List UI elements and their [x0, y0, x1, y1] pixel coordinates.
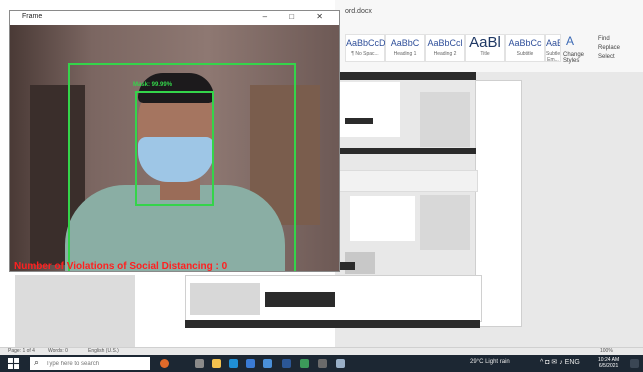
- nested-window-1: [345, 118, 373, 124]
- nested-taskbar-1: [338, 148, 476, 154]
- notification-icon[interactable]: [630, 359, 639, 368]
- system-tray-icons[interactable]: ^ ◘ ✉ ♪ ENG: [540, 358, 580, 366]
- face-bounding-box: [135, 91, 214, 206]
- word-count[interactable]: Words: 0: [48, 348, 68, 354]
- document-page[interactable]: [475, 80, 522, 327]
- select-button[interactable]: Select: [598, 54, 615, 60]
- search-icon: ⌕: [34, 357, 40, 367]
- nested-ribbon-2: [338, 170, 478, 192]
- change-styles-label: Change Styles: [563, 52, 585, 64]
- nested-doc-2: [420, 195, 470, 250]
- social-distance-violations-label: Number of Violations of Social Distancin…: [14, 261, 228, 271]
- mask-confidence-label: Mask: 99.99%: [133, 82, 173, 88]
- camera-app-icon[interactable]: [318, 359, 327, 368]
- search-input[interactable]: [46, 359, 146, 368]
- style-subtle-emphasis[interactable]: AaBbCcDiSubtle Em...: [545, 34, 561, 62]
- replace-button[interactable]: Replace: [598, 45, 620, 51]
- nested-taskbar-2: [185, 320, 480, 328]
- taskbar-clock[interactable]: 10:24 AM 6/5/2021: [598, 357, 619, 369]
- frame-window-icon[interactable]: [336, 359, 345, 368]
- cortana-icon[interactable]: [160, 359, 169, 368]
- weather-widget[interactable]: 29°C Light rain: [470, 359, 510, 365]
- python-icon[interactable]: [300, 359, 309, 368]
- find-button[interactable]: Find: [598, 36, 610, 42]
- task-view-icon[interactable]: [195, 359, 204, 368]
- style-heading-1[interactable]: AaBbC Heading 1: [385, 34, 425, 62]
- word-icon[interactable]: [282, 359, 291, 368]
- page-count[interactable]: Page: 1 of 4: [8, 348, 35, 354]
- word-title: ord.docx: [345, 8, 372, 15]
- window-controls-icon[interactable]: – □ ✕: [263, 12, 333, 21]
- camera-feed: Mask: 99.99% Number of Violations of Soc…: [10, 25, 339, 271]
- nested-page-1: [340, 82, 400, 137]
- nested-window-4: [265, 292, 335, 307]
- nested-doc-1: [420, 92, 470, 147]
- mail-icon[interactable]: [263, 359, 272, 368]
- style-no-spacing[interactable]: AaBbCcDc ¶ No Spac...: [345, 34, 390, 62]
- nested-heading-bar: [338, 72, 476, 80]
- camera-titlebar[interactable]: Frame – □ ✕: [10, 11, 339, 25]
- nested-doc-3: [190, 283, 260, 315]
- clock-date: 6/5/2021: [598, 363, 619, 369]
- nested-sidebar: [15, 275, 135, 347]
- style-heading-2[interactable]: AaBbCcl Heading 2: [425, 34, 465, 62]
- camera-title: Frame: [22, 13, 43, 20]
- zoom-level[interactable]: 100%: [600, 348, 613, 354]
- file-explorer-icon[interactable]: [212, 359, 221, 368]
- windows-start-icon[interactable]: [8, 358, 19, 369]
- style-subtitle[interactable]: AaBbCc Subtitle: [505, 34, 545, 62]
- style-title[interactable]: AaBl Title: [465, 34, 505, 62]
- edge-icon[interactable]: [229, 359, 238, 368]
- language-indicator[interactable]: English (U.S.): [88, 348, 119, 354]
- store-icon[interactable]: [246, 359, 255, 368]
- nested-page-2: [350, 196, 415, 241]
- camera-window[interactable]: Frame – □ ✕ Mask: 99.99% Number of Viola…: [9, 10, 340, 272]
- windows-taskbar: ⌕ 29°C Light rain ^ ◘ ✉ ♪ ENG 10:24 AM 6…: [0, 355, 643, 372]
- change-styles-icon[interactable]: A: [566, 34, 574, 48]
